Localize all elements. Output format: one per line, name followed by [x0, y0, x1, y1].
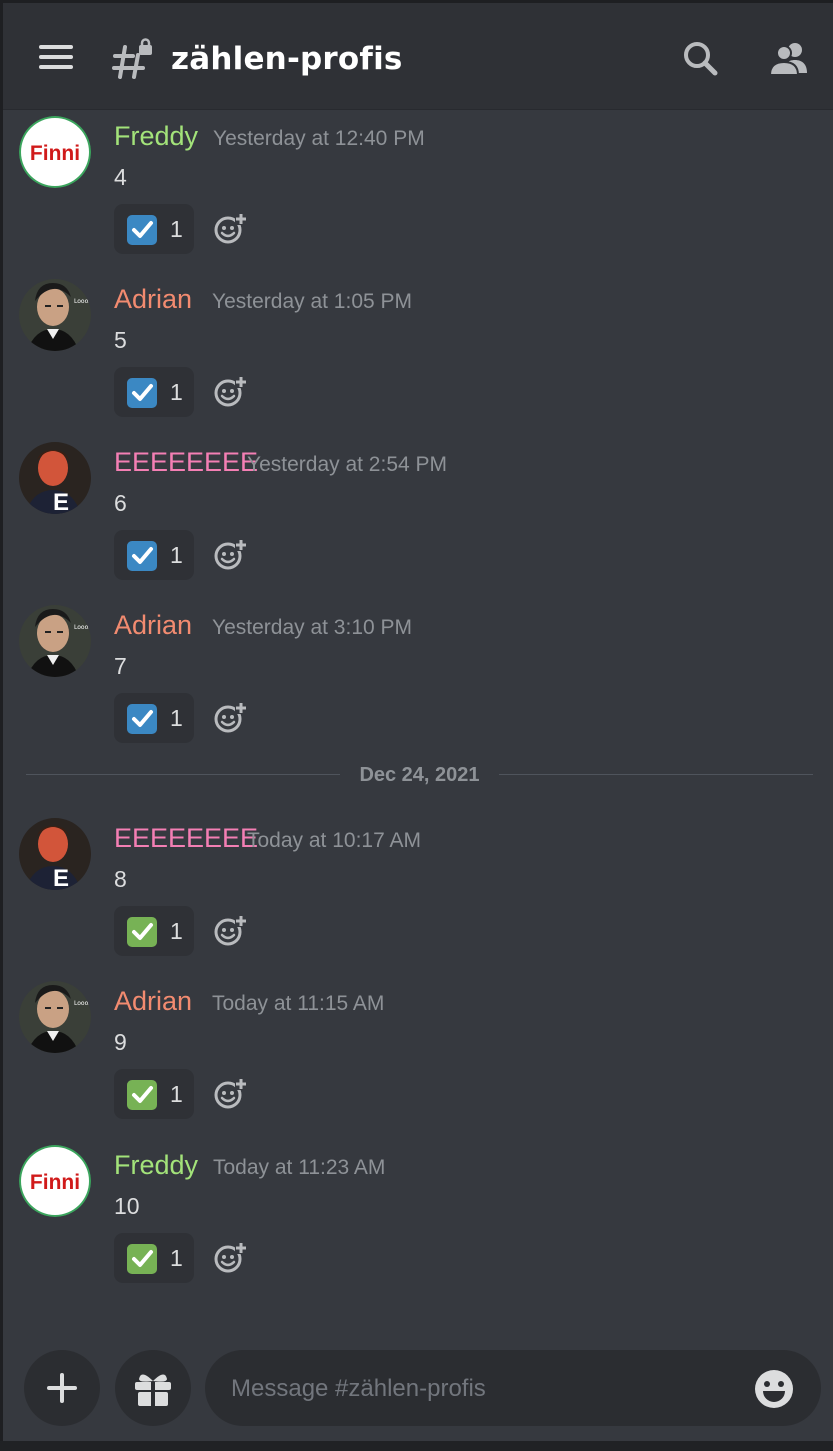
- check-mark-button-icon: [127, 1080, 157, 1110]
- reaction-count: 1: [170, 705, 183, 731]
- author-name[interactable]: Adrian: [114, 983, 192, 1019]
- check-mark-button-icon: [127, 1244, 157, 1274]
- reaction-count: 1: [170, 216, 183, 242]
- message-timestamp: Today at 11:15 AM: [212, 992, 385, 1015]
- message-timestamp: Today at 11:23 AM: [213, 1156, 386, 1179]
- message-timestamp: Yesterday at 12:40 PM: [213, 127, 425, 150]
- message-content: 6: [114, 490, 127, 516]
- add-reaction-icon[interactable]: [213, 913, 247, 947]
- reaction-button[interactable]: 1: [114, 530, 194, 580]
- date-divider-label: Dec 24, 2021: [359, 764, 480, 786]
- author-name[interactable]: EEEEEEEE: [114, 820, 258, 856]
- author-name[interactable]: Freddy: [114, 118, 198, 154]
- locked-text-channel-icon: [112, 38, 152, 79]
- message-content: 9: [114, 1029, 127, 1055]
- reaction-button[interactable]: 1: [114, 1233, 194, 1283]
- message-content: 8: [114, 866, 127, 892]
- check-mark-button-icon: [127, 378, 157, 408]
- message-item[interactable]: E EEEEEEEE Today at 10:17 AM 8 1: [3, 812, 833, 972]
- avatar-finni[interactable]: Finni: [19, 116, 91, 188]
- message-item[interactable]: Finni Freddy Today at 11:23 AM 10 1: [3, 1139, 833, 1299]
- avatar-finni[interactable]: Finni: [19, 1145, 91, 1217]
- add-reaction-icon[interactable]: [213, 537, 247, 571]
- window-frame-bottom: [0, 1441, 833, 1451]
- add-reaction-icon[interactable]: [213, 1240, 247, 1274]
- svg-text:E: E: [53, 489, 69, 514]
- svg-text:Looong: Looong: [74, 298, 91, 305]
- check-mark-button-icon: [127, 215, 157, 245]
- svg-text:E: E: [53, 865, 69, 890]
- reaction-count: 1: [170, 1245, 183, 1271]
- add-reaction-icon[interactable]: [213, 1076, 247, 1110]
- message-content: 4: [114, 164, 127, 190]
- channel-title: zählen-profis: [171, 41, 403, 77]
- check-mark-button-icon: [127, 704, 157, 734]
- emoji-icon[interactable]: [753, 1368, 795, 1410]
- gift-icon: [135, 1374, 171, 1406]
- add-attachment-button[interactable]: [24, 1350, 100, 1426]
- message-item[interactable]: Looong Adrian Yesterday at 3:10 PM 7 1: [3, 599, 833, 759]
- message-timestamp: Yesterday at 3:10 PM: [212, 616, 413, 639]
- gift-button[interactable]: [115, 1350, 191, 1426]
- message-timestamp: Yesterday at 1:05 PM: [212, 290, 413, 313]
- svg-text:Looong: Looong: [74, 624, 91, 631]
- message-timestamp: Today at 10:17 AM: [247, 829, 421, 852]
- check-mark-button-icon: [127, 541, 157, 571]
- avatar-adrian[interactable]: Looong: [19, 981, 91, 1053]
- date-divider: Dec 24, 2021: [3, 756, 833, 796]
- add-reaction-icon[interactable]: [213, 700, 247, 734]
- divider-line: [26, 774, 340, 775]
- channel-header: zählen-profis: [3, 3, 833, 109]
- avatar-eeeeeeee[interactable]: E: [19, 818, 91, 890]
- author-name[interactable]: Adrian: [114, 281, 192, 317]
- hamburger-menu-icon[interactable]: [39, 45, 75, 71]
- message-input[interactable]: [229, 1368, 733, 1410]
- svg-text:Finni: Finni: [30, 142, 80, 165]
- message-content: 10: [114, 1193, 140, 1219]
- discord-mobile-app: zählen-profis Finni Freddy Yesterday at …: [0, 0, 833, 1451]
- svg-text:Finni: Finni: [30, 1171, 80, 1194]
- message-content: 7: [114, 653, 127, 679]
- message-item[interactable]: E EEEEEEEE Yesterday at 2:54 PM 6 1: [3, 436, 833, 596]
- avatar-eeeeeeee[interactable]: E: [19, 442, 91, 514]
- author-name[interactable]: Adrian: [114, 607, 192, 643]
- message-item[interactable]: Looong Adrian Yesterday at 1:05 PM 5 1: [3, 273, 833, 433]
- plus-icon: [47, 1373, 77, 1403]
- search-icon[interactable]: [679, 37, 723, 81]
- author-name[interactable]: Freddy: [114, 1147, 198, 1183]
- reaction-count: 1: [170, 1081, 183, 1107]
- members-icon[interactable]: [767, 37, 811, 81]
- avatar-adrian[interactable]: Looong: [19, 605, 91, 677]
- reaction-button[interactable]: 1: [114, 906, 194, 956]
- reaction-count: 1: [170, 379, 183, 405]
- message-composer[interactable]: [205, 1350, 821, 1426]
- check-mark-button-icon: [127, 917, 157, 947]
- reaction-button[interactable]: 1: [114, 367, 194, 417]
- author-name[interactable]: EEEEEEEE: [114, 444, 258, 480]
- divider-line: [499, 774, 813, 775]
- reaction-count: 1: [170, 542, 183, 568]
- reaction-button[interactable]: 1: [114, 693, 194, 743]
- reaction-count: 1: [170, 918, 183, 944]
- svg-text:Looong: Looong: [74, 1000, 91, 1007]
- avatar-adrian[interactable]: Looong: [19, 279, 91, 351]
- message-timestamp: Yesterday at 2:54 PM: [247, 453, 448, 476]
- reaction-button[interactable]: 1: [114, 204, 194, 254]
- add-reaction-icon[interactable]: [213, 374, 247, 408]
- message-content: 5: [114, 327, 127, 353]
- message-item[interactable]: Looong Adrian Today at 11:15 AM 9 1: [3, 975, 833, 1135]
- message-item[interactable]: Finni Freddy Yesterday at 12:40 PM 4 1: [3, 110, 833, 270]
- reaction-button[interactable]: 1: [114, 1069, 194, 1119]
- add-reaction-icon[interactable]: [213, 211, 247, 245]
